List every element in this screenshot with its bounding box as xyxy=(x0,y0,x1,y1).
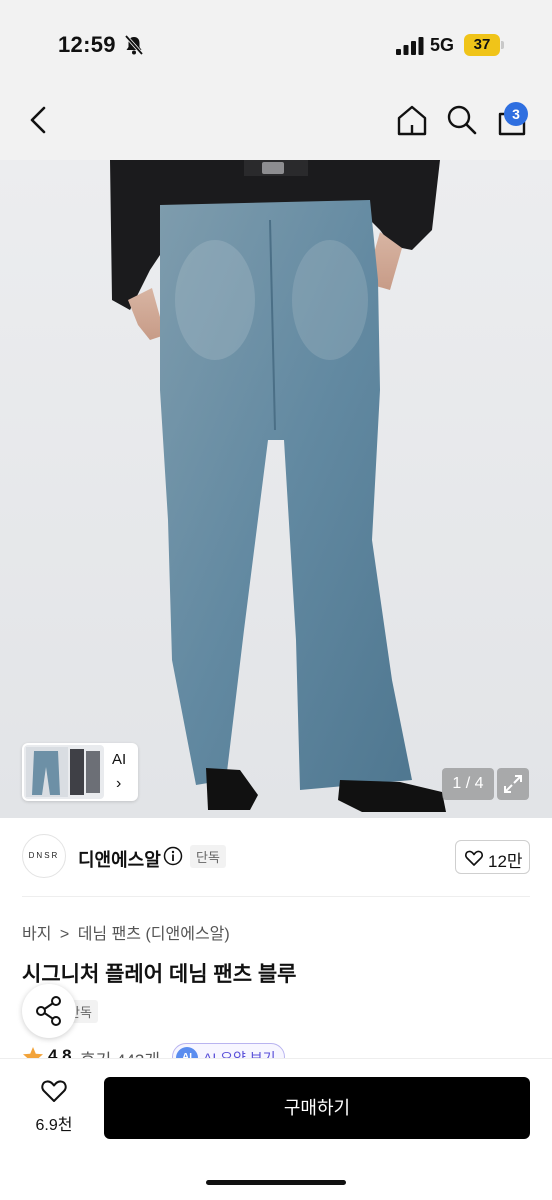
product-image[interactable]: AI › 1 / 4 xyxy=(0,160,552,818)
signal-icon xyxy=(396,37,424,55)
wishlist-button[interactable]: 6.9천 xyxy=(22,1077,86,1139)
brand-row[interactable]: DNSR 디앤에스알 단독 12만 xyxy=(0,818,552,898)
chevron-right-icon: › xyxy=(116,775,122,792)
heart-icon xyxy=(41,1080,67,1102)
brand-logo[interactable]: DNSR xyxy=(22,834,66,878)
exclusive-badge: 단독 xyxy=(190,845,226,868)
battery-percent: 37 xyxy=(473,36,491,53)
divider xyxy=(22,896,530,897)
cart-count-badge: 3 xyxy=(504,102,528,126)
wishlist-count: 6.9천 xyxy=(35,1117,73,1134)
home-indicator xyxy=(206,1180,346,1185)
info-icon[interactable] xyxy=(163,846,183,866)
share-icon xyxy=(36,996,61,1026)
back-icon[interactable] xyxy=(24,102,56,138)
expand-icon[interactable] xyxy=(497,768,529,800)
page-counter: 1 / 4 xyxy=(442,768,494,800)
battery-icon: 37 xyxy=(464,34,504,56)
status-time: 12:59 xyxy=(58,32,116,57)
status-bar: 12:59 5G 37 xyxy=(0,0,552,80)
top-nav: 3 xyxy=(0,80,552,160)
brand-like-button[interactable]: 12만 xyxy=(455,840,530,874)
breadcrumb-separator: > xyxy=(59,926,70,943)
brand-like-count: 12만 xyxy=(488,852,523,871)
breadcrumb-item[interactable]: 데님 팬츠 (디앤에스알) xyxy=(78,926,230,943)
bell-muted-icon xyxy=(124,34,144,56)
search-icon[interactable] xyxy=(444,102,480,138)
brand-name[interactable]: 디앤에스알 xyxy=(78,846,161,872)
network-label: 5G xyxy=(430,35,455,55)
breadcrumb-item[interactable]: 바지 xyxy=(22,926,51,943)
thumbnail-strip xyxy=(24,745,104,799)
heart-icon xyxy=(465,850,483,866)
ai-thumbnail-panel[interactable]: AI › xyxy=(22,743,138,801)
home-icon[interactable] xyxy=(394,102,430,138)
battery-tip xyxy=(501,41,504,49)
breadcrumb[interactable]: 바지 > 데님 팬츠 (디앤에스알) xyxy=(22,920,234,944)
ai-label: AI xyxy=(112,751,127,768)
bottom-action-bar: 6.9천 구매하기 xyxy=(0,1058,552,1200)
buy-button[interactable]: 구매하기 xyxy=(104,1077,530,1139)
product-photo xyxy=(110,160,446,812)
share-button[interactable] xyxy=(22,984,76,1038)
